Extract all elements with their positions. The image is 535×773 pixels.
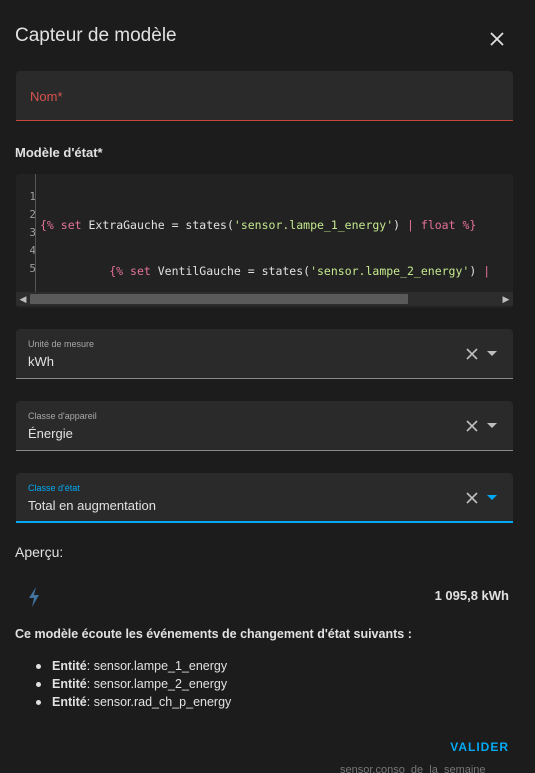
name-field[interactable]: Nom*	[16, 71, 513, 121]
template-code-editor[interactable]: 1 2 3 4 5 {% set ExtraGauche = states('s…	[16, 174, 513, 308]
entity-label: Entité	[52, 677, 87, 691]
entity-id: sensor.lampe_2_energy	[93, 677, 228, 691]
template-sensor-dialog: Capteur de modèle Nom* Modèle d'état* 1 …	[0, 0, 531, 773]
list-item: Entité: sensor.lampe_2_energy	[36, 675, 231, 693]
preview-value: 1 095,8 kWh	[434, 588, 509, 603]
device-class-select[interactable]: Classe d'appareil Énergie	[16, 401, 513, 451]
unit-of-measurement-select[interactable]: Unité de mesure kWh	[16, 329, 513, 379]
background-entity-text: sensor.conso_de_la_semaine	[340, 764, 486, 773]
scroll-left-icon[interactable]: ◀	[16, 292, 30, 306]
line-number: 2	[29, 208, 36, 221]
code-line[interactable]: {% set ExtraGauche = states('sensor.lamp…	[40, 216, 490, 234]
entity-id: sensor.rad_ch_p_energy	[93, 695, 232, 709]
state-class-select[interactable]: Classe d'état Total en augmentation	[16, 473, 513, 523]
unit-field-label: Unité de mesure	[28, 339, 95, 349]
list-item: Entité: sensor.lampe_1_energy	[36, 657, 231, 675]
chevron-down-icon[interactable]	[487, 422, 497, 430]
listened-entities-list: Entité: sensor.lampe_1_energy Entité: se…	[36, 657, 231, 711]
chevron-down-icon[interactable]	[487, 494, 497, 502]
device-class-label: Classe d'appareil	[28, 411, 97, 421]
code-line[interactable]: {% set VentilGauche = states('sensor.lam…	[40, 262, 490, 280]
horizontal-scrollbar[interactable]: ◀ ▶	[16, 292, 513, 306]
close-button[interactable]	[484, 26, 510, 52]
clear-icon[interactable]	[465, 347, 479, 361]
text-cursor	[35, 174, 36, 292]
scrollbar-thumb[interactable]	[30, 294, 408, 304]
line-number-gutter: 1 2 3 4 5	[16, 174, 36, 292]
clear-icon[interactable]	[465, 419, 479, 433]
template-section-label: Modèle d'état*	[15, 145, 103, 160]
code-lines[interactable]: {% set ExtraGauche = states('sensor.lamp…	[40, 188, 490, 308]
state-class-label: Classe d'état	[28, 483, 80, 493]
submit-button[interactable]: VALIDER	[450, 740, 509, 754]
entity-label: Entité	[52, 659, 87, 673]
entity-id: sensor.lampe_1_energy	[93, 659, 228, 673]
name-field-label: Nom*	[30, 89, 63, 104]
unit-field-value: kWh	[28, 354, 54, 369]
listeners-heading: Ce modèle écoute les événements de chang…	[15, 627, 412, 641]
line-number: 3	[29, 226, 36, 239]
line-number: 4	[29, 244, 36, 257]
line-number: 1	[29, 190, 36, 203]
close-icon	[490, 32, 504, 46]
flash-icon	[29, 587, 39, 607]
line-number: 5	[29, 262, 36, 275]
state-class-value: Total en augmentation	[28, 498, 156, 513]
device-class-value: Énergie	[28, 426, 73, 441]
list-item: Entité: sensor.rad_ch_p_energy	[36, 693, 231, 711]
chevron-down-icon[interactable]	[487, 350, 497, 358]
clear-icon[interactable]	[465, 491, 479, 505]
dialog-title: Capteur de modèle	[15, 25, 177, 46]
preview-heading: Aperçu:	[15, 544, 64, 560]
entity-label: Entité	[52, 695, 87, 709]
scroll-right-icon[interactable]: ▶	[499, 292, 513, 306]
